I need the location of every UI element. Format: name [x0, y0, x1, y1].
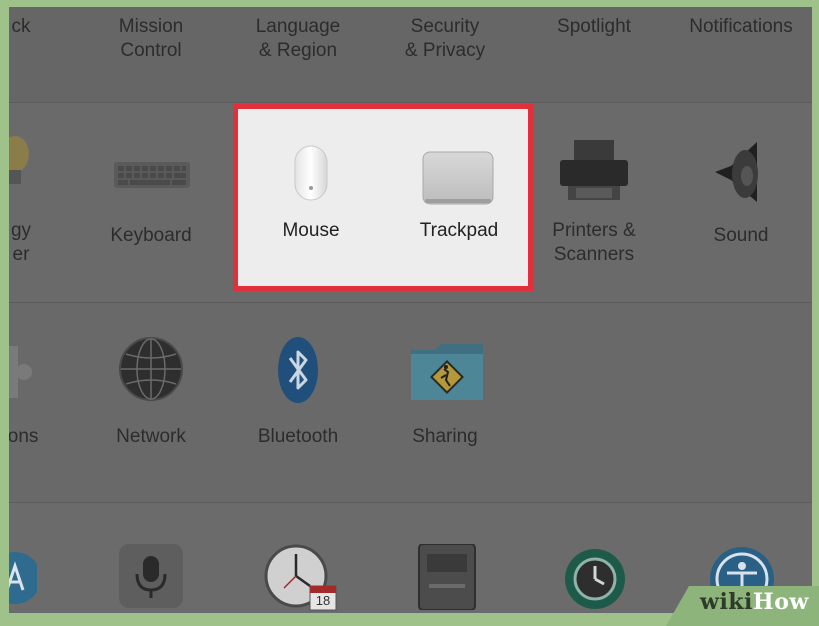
wikihow-logo-how: How [752, 589, 809, 615]
pane-sound[interactable]: Sound [671, 102, 811, 302]
pane-mouse[interactable]: Mouse [241, 109, 381, 279]
microphone-icon [119, 544, 183, 608]
pane-spotlight[interactable]: Spotlight [524, 7, 664, 97]
pane-label: ck [11, 16, 31, 37]
hard-drive-icon [418, 544, 476, 610]
pane-app-store-partial[interactable] [9, 502, 91, 613]
pane-label: Trackpad [419, 220, 499, 241]
pane-label: Mouse [282, 220, 340, 241]
shared-folder-icon [411, 344, 483, 400]
pane-printers-scanners[interactable]: Printers & Scanners [524, 102, 664, 302]
pane-mission-control[interactable]: Mission Control [81, 7, 221, 97]
bluetooth-icon [278, 337, 318, 403]
calendar-day-number: 18 [315, 593, 331, 608]
pane-label: Language & Region [255, 16, 341, 61]
pane-label: Printers & Scanners [552, 220, 636, 265]
globe-icon [119, 337, 183, 401]
pane-date-time[interactable]: 18 [228, 502, 368, 613]
pane-label: Bluetooth [257, 426, 339, 447]
pane-network[interactable]: Network [81, 302, 221, 502]
wikihow-logo: wikiHow [700, 589, 809, 615]
pane-label: ions [9, 426, 39, 447]
pane-language-region[interactable]: Language & Region [228, 7, 368, 97]
pane-dock-partial[interactable]: ck [9, 7, 91, 97]
pane-keyboard[interactable]: Keyboard [81, 102, 221, 302]
pane-label: Sound [713, 225, 769, 246]
pane-label: Mission Control [118, 16, 184, 61]
pane-label: Network [116, 426, 186, 447]
printer-icon [560, 140, 628, 200]
pane-energy-saver-partial[interactable]: gy er [9, 102, 91, 302]
pane-label: Notifications [689, 16, 793, 37]
pane-label: gy er [10, 220, 32, 265]
system-preferences-window: ck Mission Control Language & Region Sec… [9, 7, 812, 613]
highlighted-panes-box: Mouse Trackpad [233, 104, 533, 291]
speaker-icon [715, 142, 758, 202]
pane-startup-disk[interactable] [375, 502, 515, 613]
keyboard-icon [114, 162, 190, 188]
pane-bluetooth[interactable]: Bluetooth [228, 302, 368, 502]
lightbulb-icon [9, 136, 29, 184]
wikihow-logo-wiki: wiki [700, 589, 753, 615]
app-store-icon [9, 552, 37, 604]
pane-trackpad[interactable]: Trackpad [389, 109, 529, 279]
pane-sharing[interactable]: Sharing [375, 302, 515, 502]
pane-notifications[interactable]: Notifications [671, 7, 811, 97]
pane-security-privacy[interactable]: Security & Privacy [375, 7, 515, 97]
time-machine-icon [565, 549, 625, 609]
pane-time-machine[interactable] [524, 502, 664, 613]
pane-label: Spotlight [557, 16, 631, 37]
pane-label: Keyboard [110, 225, 192, 246]
pane-extensions-partial[interactable]: ions [9, 302, 91, 502]
puzzle-piece-icon [9, 346, 32, 398]
mouse-icon [294, 145, 328, 201]
pane-dictation-speech[interactable] [81, 502, 221, 613]
pane-label: Security & Privacy [404, 16, 486, 61]
trackpad-icon [422, 151, 494, 205]
pane-label: Sharing [412, 426, 478, 447]
